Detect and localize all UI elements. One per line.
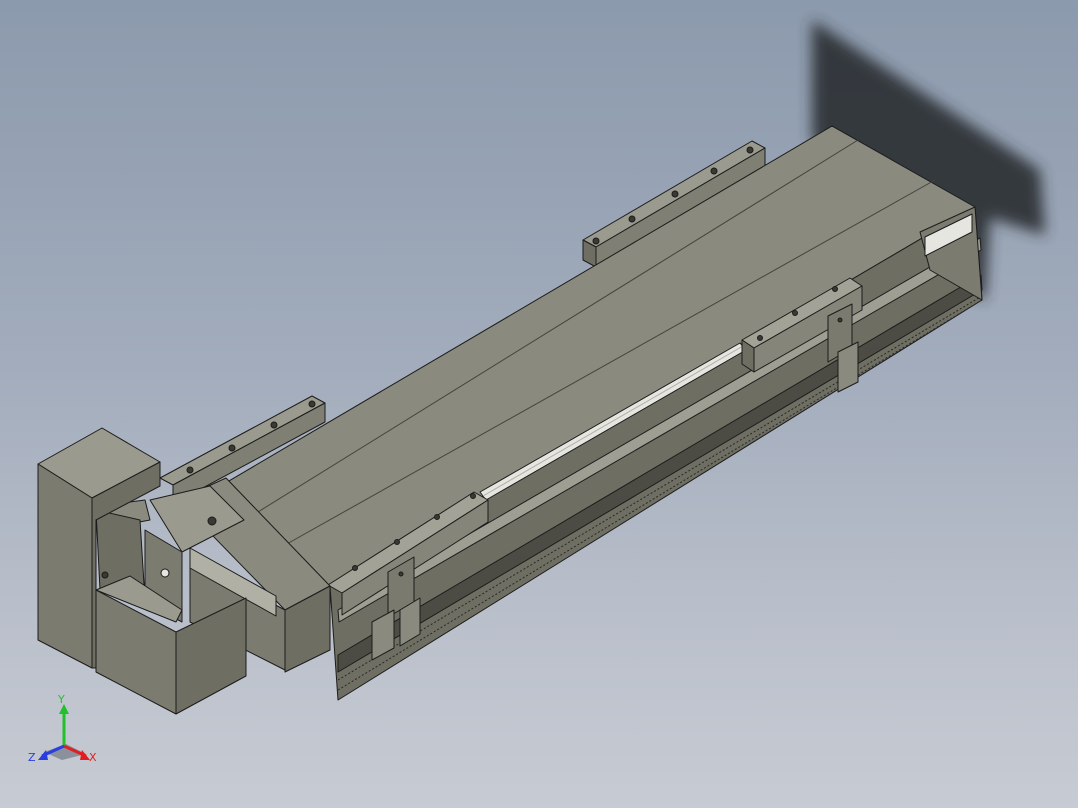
triad-x-label: X: [89, 751, 97, 764]
triad-z-label: Z: [28, 751, 36, 764]
orientation-triad[interactable]: Y X Z: [24, 694, 104, 770]
linear-actuator-model[interactable]: [0, 0, 1078, 808]
triad-y-label: Y: [58, 693, 65, 706]
3d-viewport[interactable]: Y X Z: [0, 0, 1078, 808]
